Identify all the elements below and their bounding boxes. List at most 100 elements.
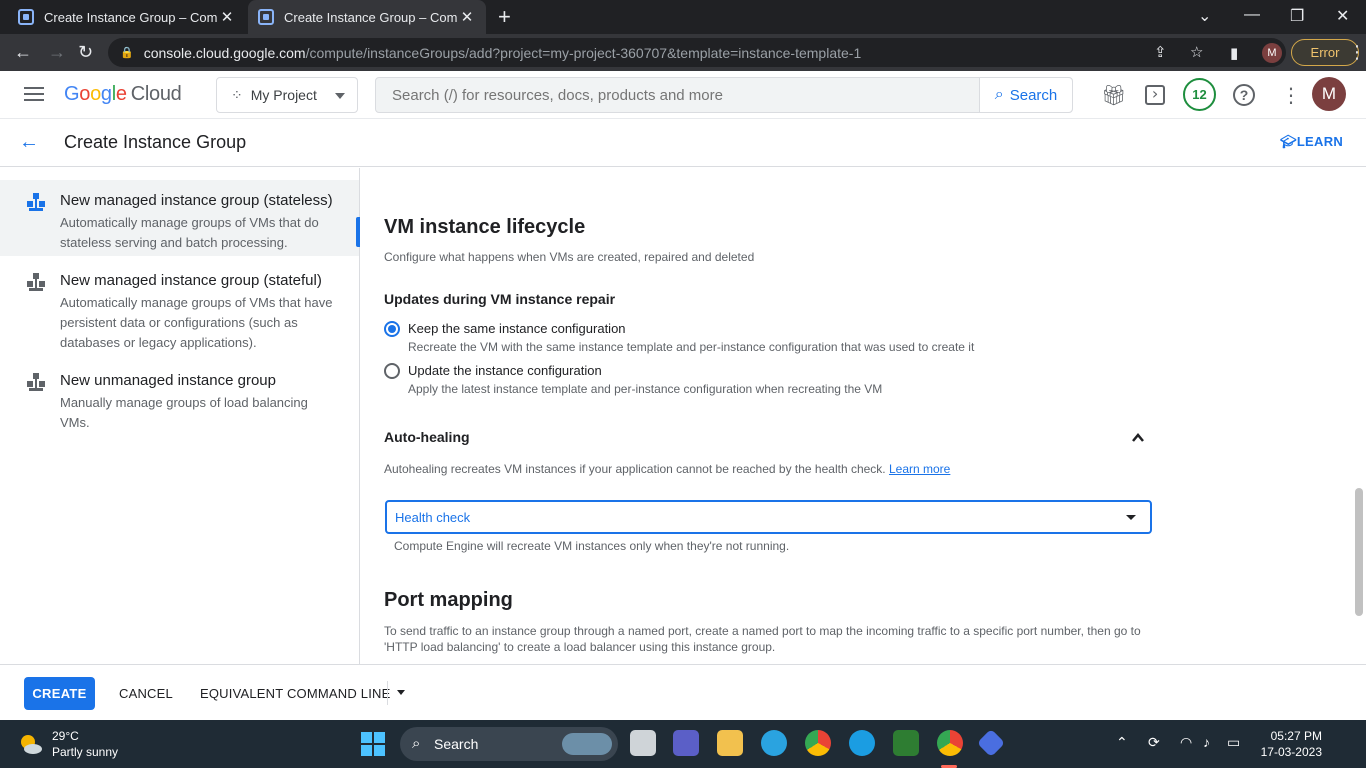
teams-icon[interactable] bbox=[673, 730, 699, 756]
cancel-button[interactable]: CANCEL bbox=[119, 686, 173, 701]
tab-search-chevron-icon[interactable]: ⌄ bbox=[1198, 6, 1211, 26]
compute-engine-favicon-icon bbox=[18, 9, 34, 25]
browser-tab-2-active[interactable]: Create Instance Group – Comput ✕ bbox=[248, 0, 486, 34]
window-close-icon[interactable]: ✕ bbox=[1336, 6, 1349, 26]
url-host: console.cloud.google.com bbox=[143, 44, 306, 61]
group-type-desc: Automatically manage groups of VMs that … bbox=[60, 215, 319, 250]
health-check-value: Health check bbox=[395, 510, 471, 525]
share-icon[interactable]: ⇪ bbox=[1154, 43, 1167, 61]
main-menu-icon[interactable] bbox=[24, 87, 44, 101]
partly-sunny-icon[interactable] bbox=[18, 731, 44, 757]
wifi-icon[interactable]: ◠ bbox=[1180, 734, 1192, 751]
update-config-radio[interactable] bbox=[384, 363, 400, 379]
console-header: GoogleCloud ⁘ My Project ⌕ Search 🎁︎ › 1… bbox=[0, 71, 1366, 119]
caret-down-icon bbox=[335, 93, 345, 99]
group-type-title: New unmanaged instance group bbox=[60, 372, 276, 389]
update-config-desc: Apply the latest instance template and p… bbox=[408, 382, 883, 396]
help-icon[interactable]: ? bbox=[1233, 84, 1255, 106]
repair-heading: Updates during VM instance repair bbox=[384, 291, 616, 307]
back-arrow-icon[interactable]: ← bbox=[19, 131, 39, 154]
compute-engine-favicon-icon bbox=[258, 9, 274, 25]
back-icon[interactable]: ← bbox=[14, 42, 32, 63]
caret-down-icon[interactable] bbox=[397, 690, 405, 695]
cloud-shell-icon[interactable]: › bbox=[1145, 85, 1165, 105]
tab-close-icon[interactable]: ✕ bbox=[458, 8, 476, 26]
more-vert-icon[interactable]: ⋮ bbox=[1281, 83, 1301, 108]
forward-icon[interactable]: → bbox=[48, 42, 66, 63]
dropdown-arrow-icon bbox=[1126, 515, 1136, 520]
notifications-badge[interactable]: 12 bbox=[1183, 78, 1216, 111]
taskbar-search[interactable]: ⌕ Search bbox=[400, 727, 618, 761]
learn-button[interactable]: 🎓︎LEARN bbox=[1280, 134, 1343, 150]
search-input[interactable] bbox=[376, 78, 980, 112]
tray-chevron-icon[interactable]: ⌃ bbox=[1116, 734, 1128, 751]
task-view-icon[interactable] bbox=[630, 730, 656, 756]
instance-group-icon bbox=[27, 273, 45, 291]
search-icon: ⌕ bbox=[994, 86, 1004, 103]
gift-icon[interactable]: 🎁︎ bbox=[1101, 83, 1126, 108]
form-action-bar: CREATE CANCEL EQUIVALENT COMMAND LINE bbox=[0, 664, 1366, 720]
chevron-up-icon[interactable] bbox=[1131, 431, 1145, 445]
app-icon[interactable] bbox=[976, 728, 1006, 758]
learn-more-link[interactable]: Learn more bbox=[889, 462, 950, 476]
chrome-profile-icon[interactable] bbox=[937, 730, 963, 756]
edge-icon[interactable] bbox=[849, 730, 875, 756]
search-button[interactable]: ⌕ Search bbox=[979, 78, 1072, 112]
reload-icon[interactable]: ↻ bbox=[78, 42, 93, 63]
lock-icon: 🔒 bbox=[120, 47, 134, 59]
project-selector[interactable]: ⁘ My Project bbox=[216, 77, 358, 113]
instance-group-icon bbox=[27, 373, 45, 391]
battery-icon[interactable]: ▭ bbox=[1227, 734, 1240, 751]
volume-icon[interactable]: ♪ bbox=[1203, 734, 1210, 750]
address-bar[interactable]: 🔒 console.cloud.google.com /compute/inst… bbox=[108, 38, 1286, 67]
file-explorer-icon[interactable] bbox=[717, 730, 743, 756]
instance-group-icon bbox=[27, 193, 45, 211]
keep-config-radio[interactable] bbox=[384, 321, 400, 337]
windows-taskbar: 29°C Partly sunny ⌕ Search ⌃ ⟳ ◠ ♪ ▭ 05:… bbox=[0, 720, 1366, 768]
project-name: My Project bbox=[250, 87, 317, 103]
chrome-icon[interactable] bbox=[805, 730, 831, 756]
account-avatar[interactable]: M bbox=[1312, 77, 1346, 111]
telegram-icon[interactable] bbox=[761, 730, 787, 756]
keep-config-desc: Recreate the VM with the same instance t… bbox=[408, 340, 975, 354]
group-type-unmanaged[interactable]: New unmanaged instance group Manually ma… bbox=[0, 360, 359, 436]
restore-icon[interactable]: ❐ bbox=[1290, 6, 1304, 26]
main-scrollbar[interactable] bbox=[1352, 168, 1366, 664]
bookmark-star-icon[interactable]: ☆ bbox=[1190, 43, 1203, 61]
minimize-icon[interactable]: — bbox=[1244, 6, 1260, 24]
windows-start-icon[interactable] bbox=[361, 732, 385, 756]
url-path: /compute/instanceGroups/add?project=my-p… bbox=[305, 44, 862, 61]
group-type-title: New managed instance group (stateful) bbox=[60, 272, 322, 289]
group-type-title: New managed instance group (stateless) bbox=[60, 192, 333, 209]
weather-condition: Partly sunny bbox=[52, 745, 119, 759]
health-check-helper: Compute Engine will recreate VM instance… bbox=[394, 539, 790, 553]
system-clock[interactable]: 05:27 PM 17-03-2023 bbox=[1261, 728, 1322, 760]
group-type-panel: New managed instance group (stateless) A… bbox=[0, 168, 360, 664]
selection-indicator bbox=[356, 217, 360, 247]
browser-toolbar: ← → ↻ 🔒 console.cloud.google.com /comput… bbox=[0, 34, 1366, 71]
group-type-stateless[interactable]: New managed instance group (stateless) A… bbox=[0, 180, 360, 256]
browser-menu-icon[interactable]: ⋮ bbox=[1348, 42, 1366, 63]
scrollbar-thumb[interactable] bbox=[1355, 488, 1363, 616]
google-cloud-logo[interactable]: Google Cloud bbox=[64, 83, 182, 106]
lifecycle-heading: VM instance lifecycle bbox=[384, 216, 586, 238]
project-nodes-icon: ⁘ bbox=[231, 86, 243, 103]
group-type-desc: Manually manage groups of load balancing… bbox=[60, 395, 308, 430]
browser-tab-1[interactable]: Create Instance Group – Comput ✕ bbox=[8, 0, 246, 34]
sync-icon[interactable]: ⟳ bbox=[1148, 734, 1160, 751]
command-line-button[interactable]: EQUIVALENT COMMAND LINE bbox=[200, 686, 391, 701]
new-tab-button[interactable]: + bbox=[498, 4, 511, 30]
group-type-stateful[interactable]: New managed instance group (stateful) Au… bbox=[0, 260, 359, 356]
create-button[interactable]: CREATE bbox=[24, 677, 95, 710]
search-box: ⌕ Search bbox=[375, 77, 1073, 113]
camtasia-icon[interactable] bbox=[893, 730, 919, 756]
side-panel-icon[interactable]: ▮ bbox=[1230, 44, 1238, 62]
update-config-label[interactable]: Update the instance configuration bbox=[408, 363, 602, 378]
keep-config-label[interactable]: Keep the same instance configuration bbox=[408, 321, 626, 336]
browser-profile-avatar[interactable]: M bbox=[1262, 43, 1282, 63]
port-mapping-desc-2: 'HTTP load balancing' to create a load b… bbox=[384, 640, 776, 654]
tab-close-icon[interactable]: ✕ bbox=[218, 8, 236, 26]
health-check-select[interactable]: Health check bbox=[385, 500, 1152, 534]
temperature: 29°C bbox=[52, 729, 79, 743]
search-icon: ⌕ bbox=[412, 735, 421, 752]
